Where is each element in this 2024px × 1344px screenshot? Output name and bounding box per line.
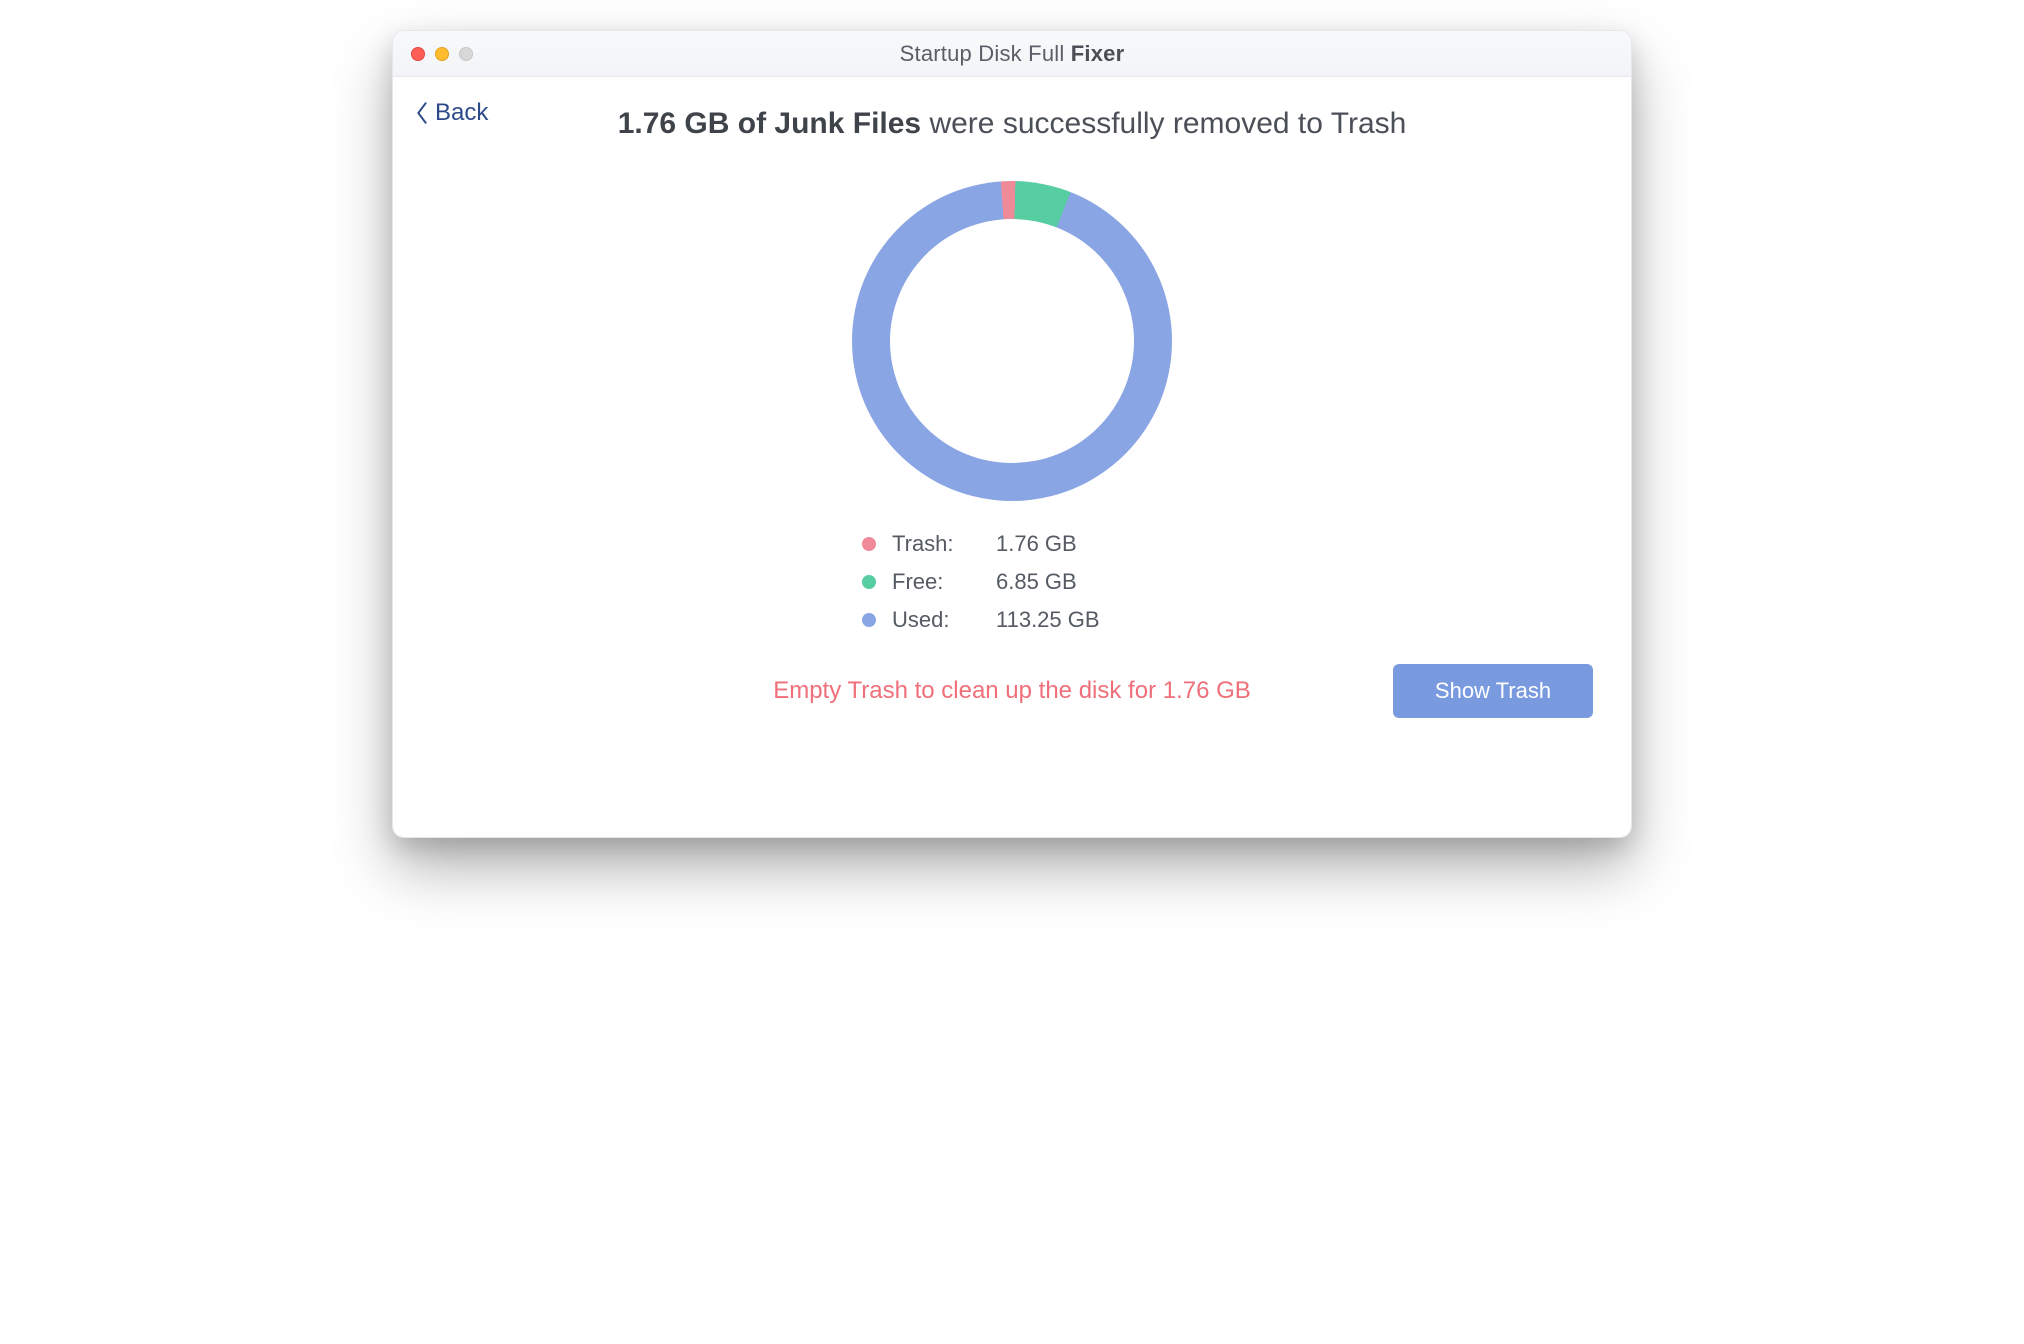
window-title: Startup Disk Full Fixer (900, 41, 1125, 67)
legend-value: 113.25 GB (996, 607, 1100, 633)
dot-icon (862, 537, 876, 551)
minimize-icon[interactable] (435, 47, 449, 61)
headline: 1.76 GB of Junk Files were successfully … (571, 107, 1453, 141)
headline-strong: 1.76 GB of Junk Files (618, 107, 921, 140)
legend-label: Trash: (892, 531, 972, 557)
footer: Empty Trash to clean up the disk for 1.7… (431, 677, 1593, 705)
legend-value: 6.85 GB (996, 569, 1077, 595)
legend-row-free: Free: 6.85 GB (862, 569, 1162, 595)
chevron-left-icon (415, 102, 429, 124)
content-area: Back 1.76 GB of Junk Files were successf… (393, 77, 1631, 837)
app-window: Startup Disk Full Fixer Back 1.76 GB of … (392, 30, 1632, 838)
legend-row-used: Used: 113.25 GB (862, 607, 1162, 633)
back-label: Back (435, 99, 488, 127)
donut-chart-wrap (431, 181, 1593, 501)
legend-value: 1.76 GB (996, 531, 1077, 557)
titlebar: Startup Disk Full Fixer (393, 31, 1631, 77)
hint-text: Empty Trash to clean up the disk for 1.7… (773, 677, 1251, 705)
window-title-prefix: Startup Disk Full (900, 41, 1071, 66)
dot-icon (862, 613, 876, 627)
legend-row-trash: Trash: 1.76 GB (862, 531, 1162, 557)
dot-icon (862, 575, 876, 589)
window-title-bold: Fixer (1071, 41, 1125, 66)
show-trash-button[interactable]: Show Trash (1393, 664, 1593, 718)
zoom-icon (459, 47, 473, 61)
window-controls (411, 47, 473, 61)
headline-rest: were successfully removed to Trash (921, 107, 1406, 140)
legend-label: Used: (892, 607, 972, 633)
donut-chart (852, 181, 1172, 501)
close-icon[interactable] (411, 47, 425, 61)
legend: Trash: 1.76 GB Free: 6.85 GB Used: 113.2… (862, 531, 1162, 633)
back-button[interactable]: Back (415, 99, 488, 127)
legend-label: Free: (892, 569, 972, 595)
